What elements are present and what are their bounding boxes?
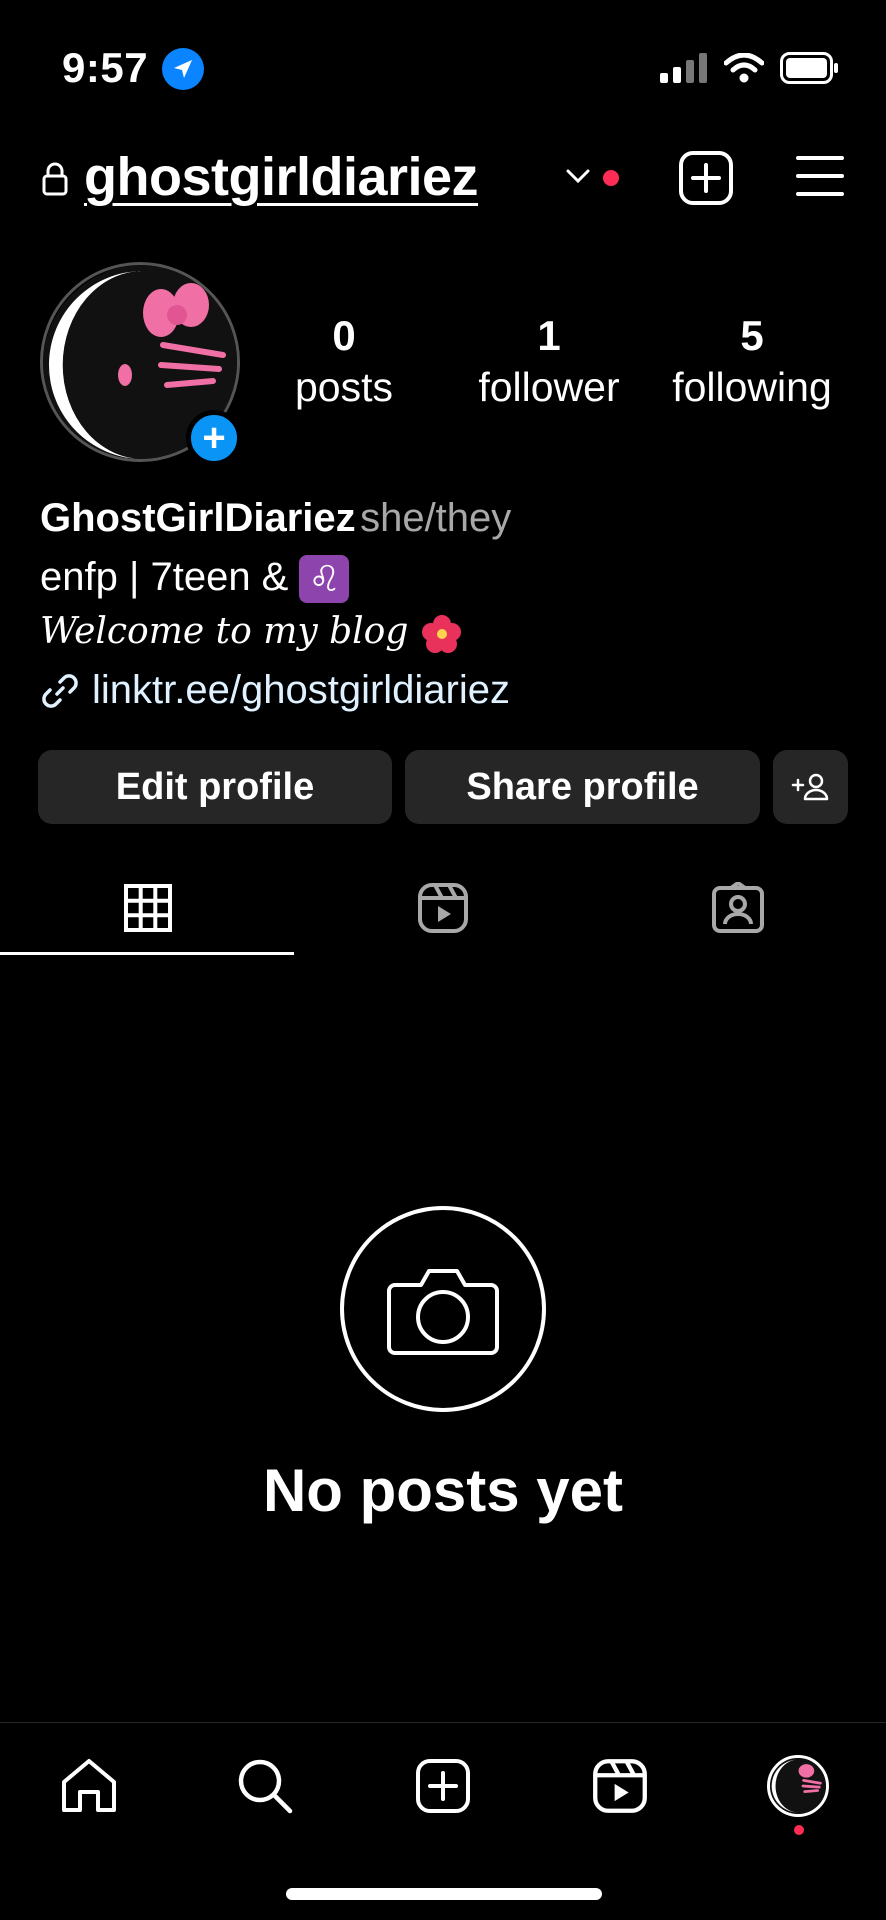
chevron-down-icon[interactable]	[564, 166, 592, 191]
discover-people-button[interactable]	[773, 750, 848, 824]
home-indicator	[286, 1888, 602, 1900]
edit-profile-button[interactable]: Edit profile	[38, 750, 392, 824]
grid-icon	[123, 884, 172, 932]
tab-tagged[interactable]	[590, 860, 885, 956]
battery-icon	[780, 52, 838, 84]
leo-zodiac-icon: ♌	[299, 555, 350, 604]
link-icon	[42, 674, 78, 708]
nav-home[interactable]	[54, 1751, 124, 1821]
profile-bio: GhostGirlDiariez she/they enfp | 7teen &…	[40, 496, 860, 713]
search-icon	[238, 1759, 293, 1814]
nav-search[interactable]	[230, 1751, 300, 1821]
bio-line-1: enfp | 7teen & ♌	[40, 555, 860, 604]
posts-count[interactable]: 0 posts	[278, 312, 410, 411]
bio-line-2: Welcome to my blog	[40, 611, 860, 656]
tab-posts-grid[interactable]	[0, 860, 295, 956]
reels-nav-icon	[593, 1759, 647, 1813]
profile-header: ghostgirldiariez	[0, 140, 886, 220]
following-count-label: following	[672, 364, 832, 410]
followers-count-label: follower	[478, 364, 620, 410]
notification-dot	[603, 170, 619, 186]
home-icon	[62, 1759, 116, 1812]
empty-state-camera	[340, 1206, 546, 1412]
posts-count-value: 0	[332, 312, 356, 359]
tagged-icon	[711, 882, 764, 933]
profile-notification-dot	[794, 1825, 804, 1835]
bio-line-2-text: Welcome to my blog	[40, 611, 409, 653]
cellular-signal-icon	[660, 53, 707, 83]
nav-profile[interactable]	[763, 1751, 833, 1821]
followers-count[interactable]: 1 follower	[464, 312, 634, 411]
nav-create[interactable]	[408, 1751, 478, 1821]
status-bar: 9:57	[0, 0, 886, 140]
following-count[interactable]: 5 following	[660, 312, 844, 411]
reels-icon	[417, 883, 468, 933]
share-profile-button[interactable]: Share profile	[405, 750, 760, 824]
location-arrow-icon	[162, 48, 204, 90]
new-post-icon[interactable]	[678, 150, 734, 211]
active-tab-indicator	[0, 952, 294, 955]
bio-line-1-text: enfp | 7teen &	[40, 555, 289, 599]
lock-icon	[42, 162, 68, 201]
following-count-value: 5	[740, 312, 764, 359]
add-user-icon	[791, 773, 828, 801]
status-indicators	[660, 52, 840, 84]
hibiscus-icon	[421, 615, 461, 654]
create-icon	[416, 1759, 470, 1813]
empty-state-title: No posts yet	[262, 1457, 624, 1524]
profile-tabs	[0, 860, 886, 956]
status-time: 9:57	[62, 44, 149, 91]
followers-count-value: 1	[537, 312, 561, 359]
display-name: GhostGirlDiariez	[40, 496, 356, 540]
pronouns: she/they	[360, 496, 512, 540]
bio-link-text: linktr.ee/ghostgirldiariez	[92, 668, 510, 713]
tab-reels[interactable]	[295, 860, 590, 956]
profile-avatar-small	[767, 1755, 829, 1817]
posts-count-label: posts	[295, 364, 393, 410]
nav-reels[interactable]	[585, 1751, 655, 1821]
add-story-button[interactable]: +	[186, 410, 242, 466]
menu-icon[interactable]	[796, 154, 844, 203]
account-username[interactable]: ghostgirldiariez	[84, 146, 479, 208]
wifi-icon	[724, 53, 764, 83]
bio-link[interactable]: linktr.ee/ghostgirldiariez	[40, 668, 860, 713]
camera-icon	[387, 1269, 499, 1355]
